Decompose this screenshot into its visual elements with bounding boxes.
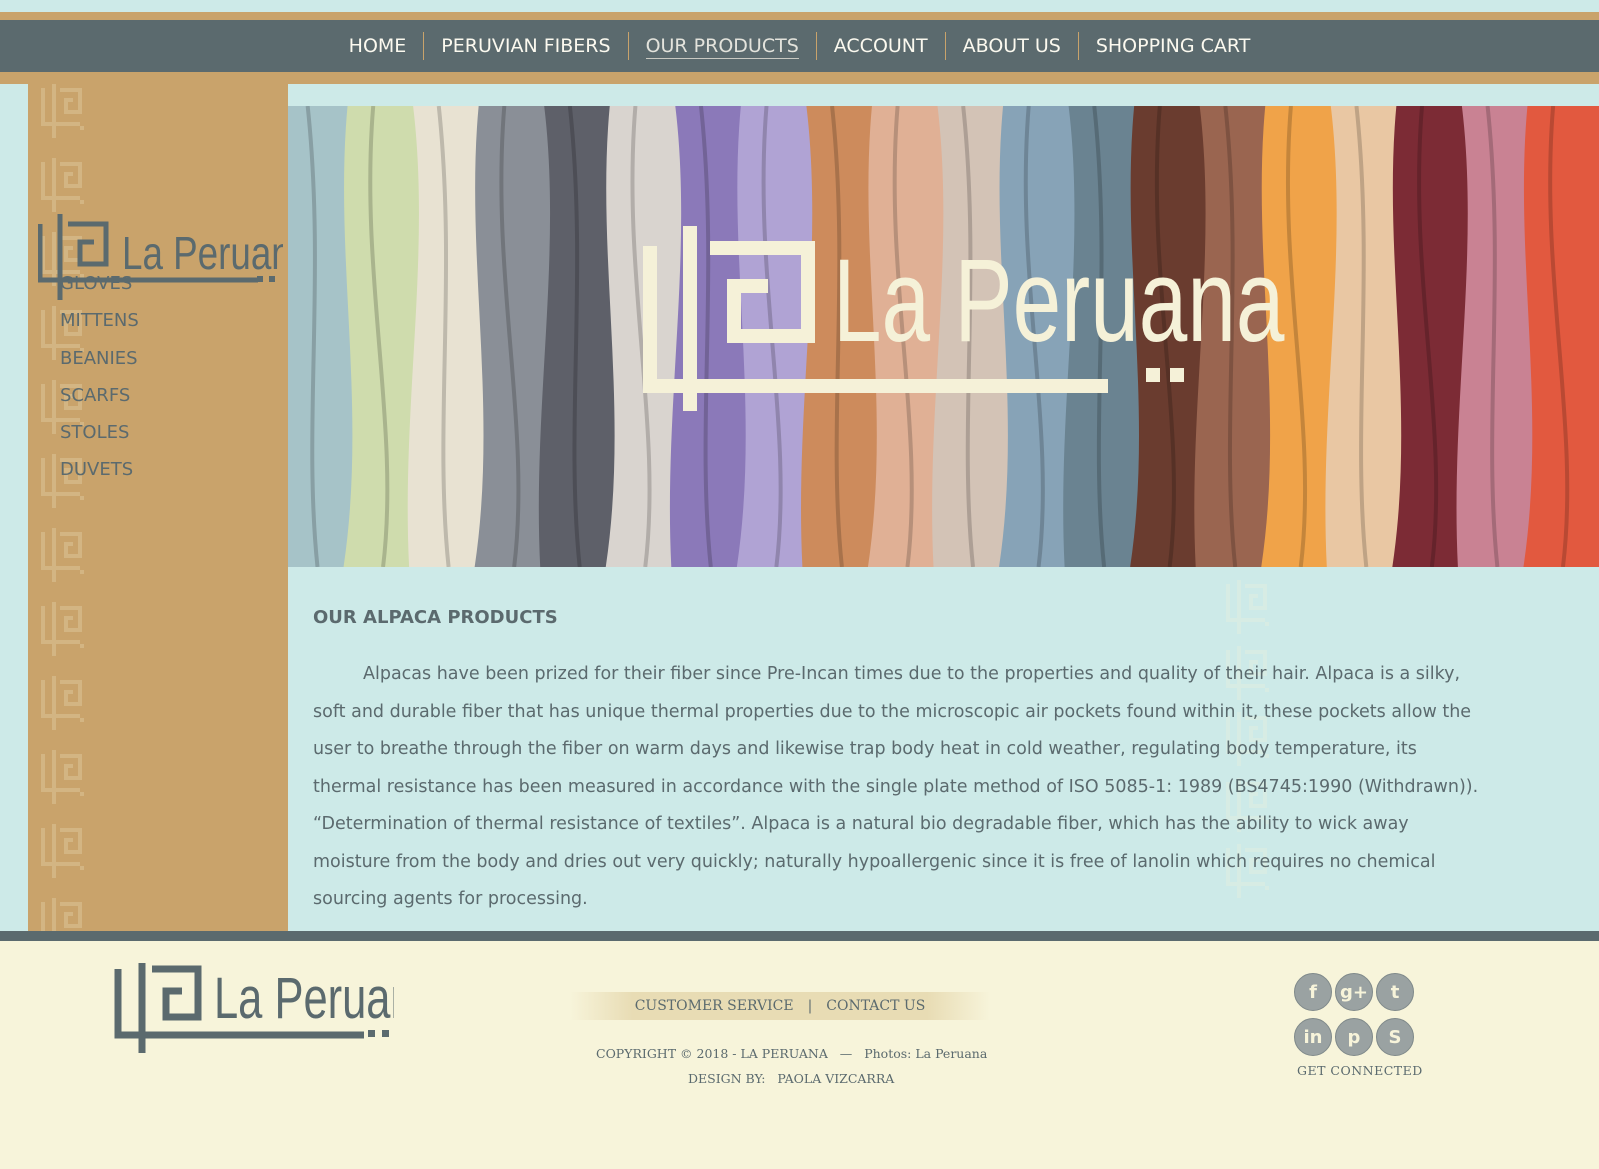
- linkedin-icon[interactable]: in: [1294, 1018, 1332, 1056]
- product-category-menu: GLOVES MITTENS BEANIES SCARFS STOLES DUV…: [60, 272, 139, 496]
- footer-logo-text: La Peruana: [214, 966, 394, 1030]
- pinterest-icon[interactable]: p: [1335, 1018, 1373, 1056]
- sidebar-item-duvets[interactable]: DUVETS: [60, 458, 139, 495]
- twitter-icon[interactable]: t: [1376, 973, 1414, 1011]
- pattern-glyph: [40, 750, 88, 810]
- pattern-glyph: [1225, 580, 1273, 640]
- get-connected-label: GET CONNECTED: [1297, 1063, 1423, 1078]
- hero-logo-text: La Peruana: [833, 234, 1285, 366]
- sidebar-item-mittens[interactable]: MITTENS: [60, 309, 139, 346]
- copyright-text: COPYRIGHT © 2018 - LA PERUANA — Photos: …: [596, 1046, 988, 1061]
- page-title: OUR ALPACA PRODUCTS: [313, 607, 558, 628]
- top-accent-bar: [0, 12, 1599, 20]
- contact-us-link[interactable]: CONTACT US: [812, 998, 939, 1014]
- pattern-glyph: [40, 158, 88, 218]
- sidebar-item-beanies[interactable]: BEANIES: [60, 347, 139, 384]
- design-credit: DESIGN BY: PAOLA VIZCARRA: [688, 1071, 895, 1086]
- sidebar-item-stoles[interactable]: STOLES: [60, 421, 139, 458]
- pattern-glyph: [40, 84, 88, 144]
- sidebar-item-scarfs[interactable]: SCARFS: [60, 384, 139, 421]
- footer-logo[interactable]: La Peruana: [114, 963, 394, 1055]
- hero-banner: La Peruana: [288, 106, 1599, 567]
- svg-text:La Peruana: La Peruana: [122, 227, 283, 279]
- scarf: [1523, 106, 1599, 567]
- footer: La Peruana CUSTOMER SERVICE | CONTACT US…: [0, 941, 1599, 1169]
- pattern-glyph: [40, 898, 88, 931]
- footer-top-border: [0, 931, 1599, 941]
- nav-item-home[interactable]: HOME: [332, 32, 424, 60]
- facebook-icon[interactable]: f: [1294, 973, 1332, 1011]
- nav-item-our-products[interactable]: OUR PRODUCTS: [627, 32, 816, 60]
- pattern-glyph: [40, 824, 88, 884]
- google-plus-icon[interactable]: g+: [1335, 973, 1373, 1011]
- pattern-glyph: [40, 602, 88, 662]
- skype-icon[interactable]: S: [1376, 1018, 1414, 1056]
- sidebar-item-gloves[interactable]: GLOVES: [60, 272, 139, 309]
- nav-item-shopping-cart[interactable]: SHOPPING CART: [1077, 32, 1268, 60]
- nav-item-peruvian-fibers[interactable]: PERUVIAN FIBERS: [423, 32, 627, 60]
- nav-item-account[interactable]: ACCOUNT: [815, 32, 945, 60]
- nav-bottom-accent-bar: [0, 72, 1599, 84]
- content-paragraph: Alpacas have been prized for their fiber…: [313, 664, 1479, 909]
- footer-links: CUSTOMER SERVICE | CONTACT US: [570, 992, 990, 1020]
- pattern-glyph: [40, 528, 88, 588]
- customer-service-link[interactable]: CUSTOMER SERVICE: [621, 998, 808, 1014]
- pattern-glyph: [40, 676, 88, 736]
- sidebar: La Peruana GLOVES MITTENS BEANIES SCARFS…: [28, 84, 288, 931]
- hero-scarves-image: La Peruana: [288, 106, 1599, 567]
- nav-item-about-us[interactable]: ABOUT US: [944, 32, 1078, 60]
- main-navigation: HOME PERUVIAN FIBERS OUR PRODUCTS ACCOUN…: [0, 20, 1599, 72]
